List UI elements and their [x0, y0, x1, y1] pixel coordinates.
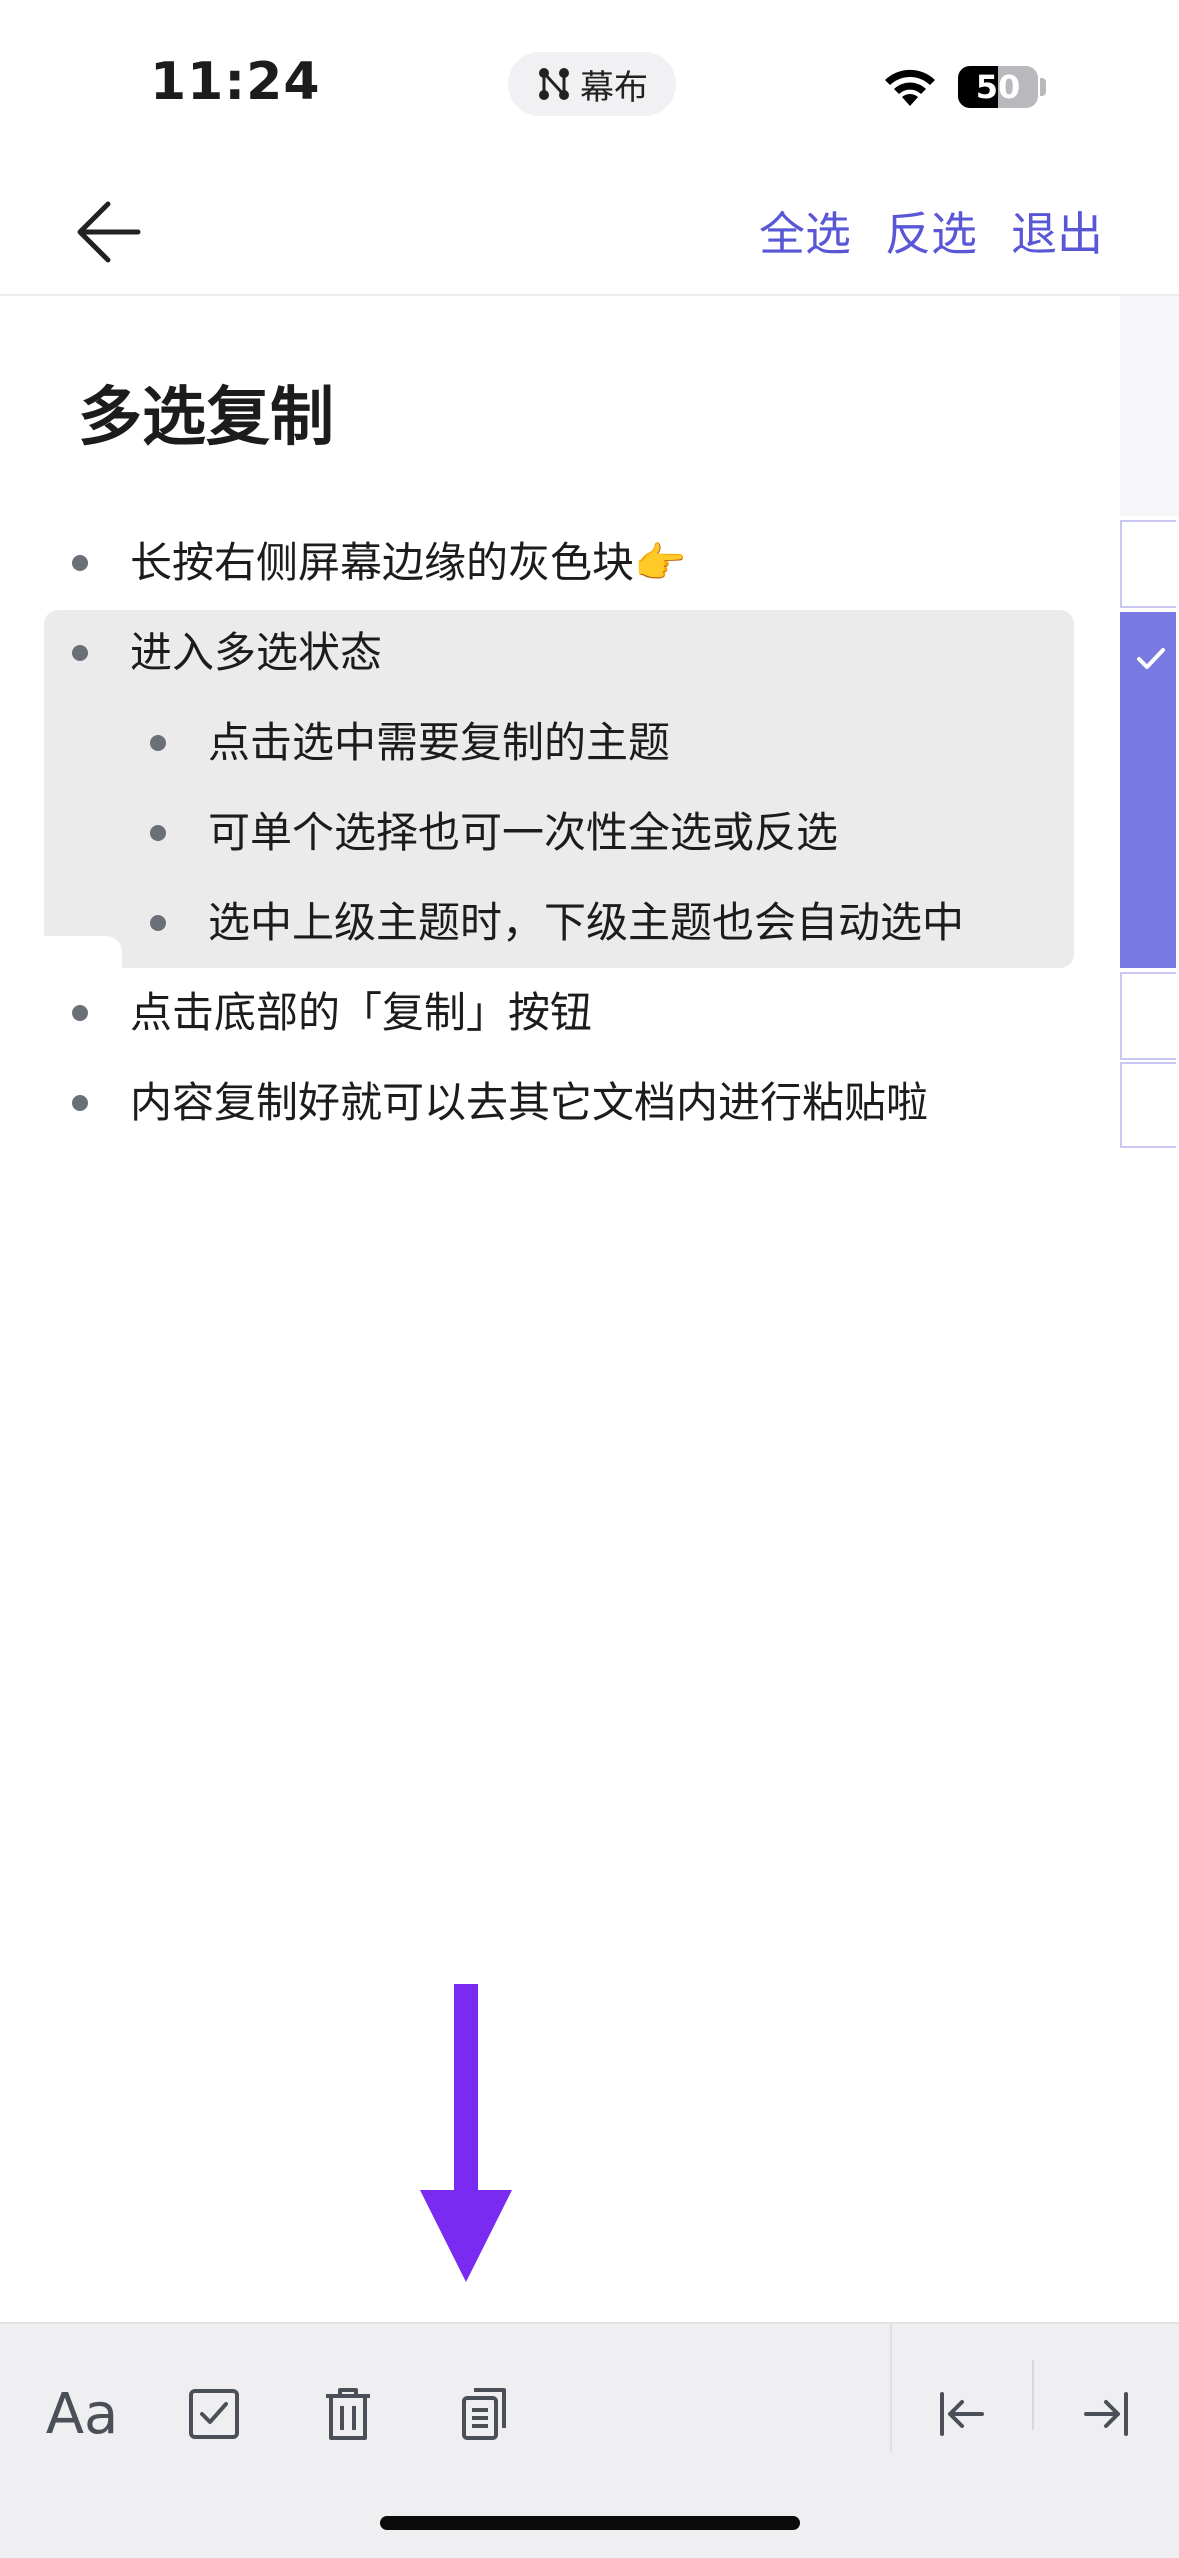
- list-item[interactable]: 选中上级主题时，下级主题也会自动选中: [208, 893, 964, 953]
- annotation-arrow-shaft: [454, 1984, 478, 2196]
- copy-icon: [462, 2388, 506, 2440]
- indent-icon: [1084, 2392, 1128, 2436]
- edge-grey-block[interactable]: [1120, 296, 1179, 516]
- outdent-button[interactable]: [920, 2364, 1004, 2464]
- outdent-icon: [940, 2392, 984, 2436]
- document-title: 多选复制: [78, 381, 334, 455]
- checkmark-icon: [1137, 648, 1165, 669]
- battery-icon: 50: [958, 66, 1038, 108]
- select-checkbox[interactable]: [1120, 972, 1176, 1060]
- bullet-icon: [150, 825, 166, 841]
- wifi-icon: [885, 69, 935, 106]
- nav-bar: 全选 反选 退出: [0, 170, 1179, 296]
- select-all-button[interactable]: 全选: [759, 198, 851, 264]
- list-item[interactable]: 点击选中需要复制的主题: [208, 713, 670, 773]
- bullet-icon: [72, 1005, 88, 1021]
- select-checkbox[interactable]: [1120, 520, 1176, 608]
- list-item[interactable]: 进入多选状态: [130, 623, 382, 683]
- island-app-name: 幕布: [580, 67, 648, 108]
- toolbar-divider: [1032, 2360, 1034, 2430]
- checkbox-icon: [189, 2389, 239, 2439]
- list-item[interactable]: 点击底部的「复制」按钮: [130, 983, 592, 1043]
- status-time: 11:24: [150, 52, 321, 112]
- dynamic-island[interactable]: 幕布: [508, 52, 676, 116]
- invert-select-button[interactable]: 反选: [885, 198, 977, 264]
- back-arrow-icon[interactable]: [74, 194, 144, 270]
- bullet-icon: [150, 735, 166, 751]
- select-checkbox-checked[interactable]: [1120, 612, 1176, 968]
- select-checkbox[interactable]: [1120, 1062, 1176, 1148]
- trash-icon: [326, 2388, 370, 2440]
- list-item[interactable]: 内容复制好就可以去其它文档内进行粘贴啦: [130, 1073, 928, 1133]
- bullet-icon: [72, 645, 88, 661]
- toolbar-divider: [890, 2324, 892, 2452]
- annotation-arrow-head: [420, 2190, 512, 2282]
- copy-button[interactable]: [446, 2364, 522, 2464]
- list-item[interactable]: 长按右侧屏幕边缘的灰色块👉: [130, 533, 686, 593]
- status-bar: 11:24 幕布 50: [0, 0, 1179, 170]
- indent-button[interactable]: [1064, 2364, 1148, 2464]
- bullet-icon: [72, 1095, 88, 1111]
- bullet-icon: [72, 555, 88, 571]
- mubu-logo-icon: [539, 68, 569, 100]
- font-style-button[interactable]: Aa: [36, 2364, 128, 2464]
- bullet-icon: [150, 915, 166, 931]
- home-indicator[interactable]: [380, 2516, 800, 2530]
- battery-level: 50: [975, 68, 1021, 106]
- nav-actions: 全选 反选 退出: [759, 198, 1103, 264]
- exit-button[interactable]: 退出: [1011, 198, 1103, 264]
- selection-highlight-notch: [44, 936, 122, 968]
- complete-button[interactable]: [176, 2364, 252, 2464]
- font-style-label: Aa: [45, 2381, 119, 2447]
- delete-button[interactable]: [310, 2364, 386, 2464]
- list-item[interactable]: 可单个选择也可一次性全选或反选: [208, 803, 838, 863]
- battery-tip: [1040, 78, 1046, 96]
